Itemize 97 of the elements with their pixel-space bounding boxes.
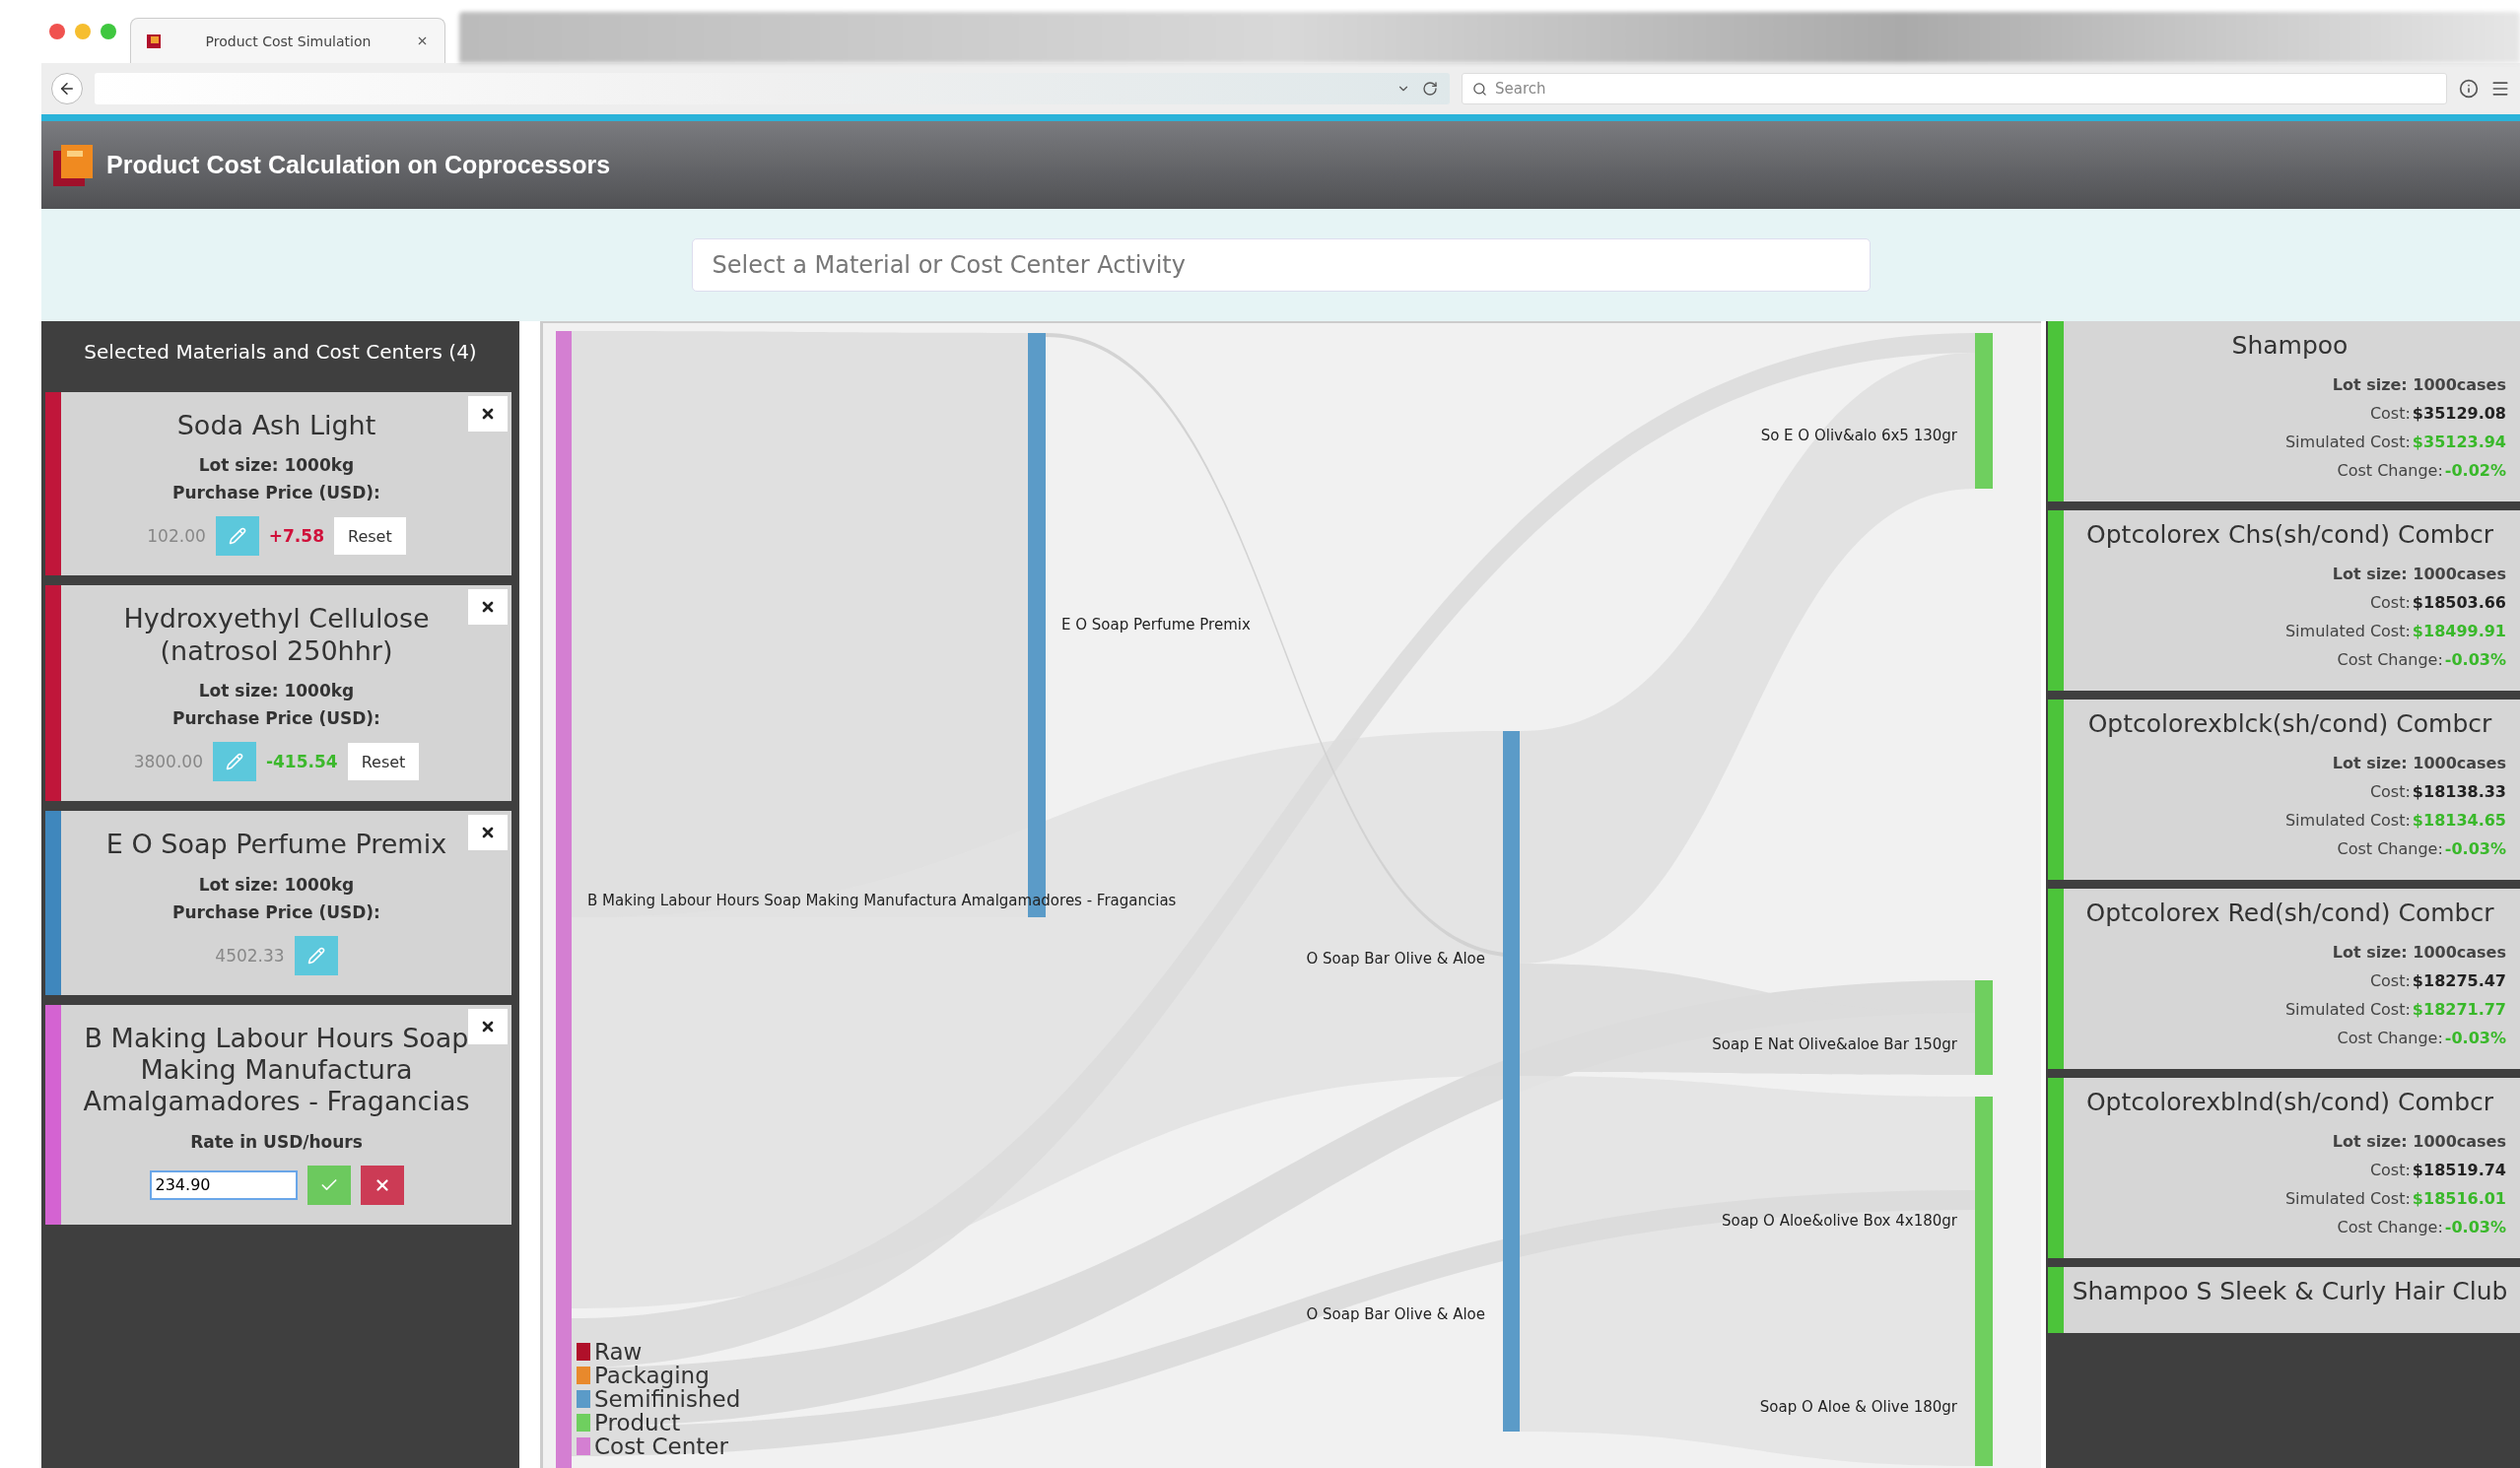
- browser-tab[interactable]: Product Cost Simulation: [130, 18, 445, 63]
- node-label: O Soap Bar Olive & Aloe: [1306, 1304, 1485, 1323]
- price-value: 4502.33: [215, 945, 285, 966]
- cost-change-label: Cost Change:: [2337, 1218, 2443, 1236]
- cost-value: $18519.74: [2412, 1161, 2506, 1179]
- node-label: Soap E Nat Olive&aloe Bar 150gr: [1712, 1034, 1957, 1053]
- cost-label: Cost:: [2369, 971, 2411, 990]
- cost-label: Cost:: [2369, 404, 2411, 423]
- product-name: Shampoo S Sleek & Curly Hair Club: [2072, 1277, 2508, 1305]
- price-value: 102.00: [147, 526, 206, 547]
- lot-size: Lot size: 1000cases: [2332, 375, 2506, 394]
- info-icon[interactable]: [2459, 79, 2479, 99]
- product-name: Shampoo: [2231, 331, 2349, 360]
- rate-input[interactable]: 234.90: [149, 1169, 298, 1200]
- legend-label: Cost Center: [594, 1435, 728, 1458]
- simulated-cost-label: Simulated Cost:: [2284, 622, 2411, 640]
- back-button[interactable]: [51, 73, 83, 104]
- product-name: Optcolorex Chs(sh/cond) Combcr: [2086, 520, 2493, 549]
- lot-size: Lot size: 1000cases: [2332, 565, 2506, 583]
- rate-label: Rate in USD/hours: [190, 1131, 363, 1152]
- cost-label: Cost:: [2369, 1161, 2411, 1179]
- favicon-icon: [147, 33, 161, 48]
- product-name: Optcolorex Red(sh/cond) Combcr: [2085, 899, 2494, 927]
- node-label: Soap O Aloe&olive Box 4x180gr: [1721, 1211, 1957, 1230]
- simulated-cost-label: Simulated Cost:: [2284, 1000, 2411, 1019]
- simulated-cost-label: Simulated Cost:: [2284, 811, 2411, 830]
- price-delta: -415.54: [265, 752, 338, 772]
- pencil-icon: [228, 527, 246, 546]
- cost-change-label: Cost Change:: [2337, 650, 2443, 669]
- reset-button[interactable]: Reset: [334, 517, 406, 556]
- cost-value: $35129.08: [2412, 404, 2506, 423]
- price-label: Purchase Price (USD):: [172, 901, 380, 922]
- lot-size: Lot size: 1000kg: [198, 874, 355, 895]
- legend-label: Raw: [594, 1340, 643, 1364]
- price-value: 3800.00: [133, 752, 203, 772]
- material-name: E O Soap Perfume Premix: [105, 829, 447, 861]
- simulated-cost-value: $18516.01: [2412, 1189, 2506, 1208]
- product-name: Optcolorexblck(sh/cond) Combcr: [2087, 709, 2492, 738]
- cost-value: $18503.66: [2412, 593, 2506, 612]
- close-button[interactable]: [468, 1008, 508, 1044]
- app-title: Product Cost Calculation on Coprocessors: [106, 151, 611, 179]
- reload-icon[interactable]: [1422, 81, 1438, 97]
- cost-change-value: -0.02%: [2444, 461, 2506, 480]
- simulated-cost-label: Simulated Cost:: [2284, 433, 2411, 451]
- cost-label: Cost:: [2369, 782, 2411, 801]
- legend-label: Packaging: [594, 1364, 710, 1387]
- pencil-icon: [225, 753, 243, 771]
- simulated-cost-value: $35123.94: [2412, 433, 2506, 451]
- simulated-cost-value: $18271.77: [2412, 1000, 2506, 1019]
- material-search-field[interactable]: Select a Material or Cost Center Activity: [691, 238, 1871, 292]
- close-tab-icon[interactable]: [416, 34, 429, 47]
- lot-size: Lot size: 1000cases: [2332, 943, 2506, 962]
- lot-size: Lot size: 1000cases: [2332, 1132, 2506, 1151]
- lot-size: Lot size: 1000cases: [2332, 754, 2506, 772]
- cost-change-label: Cost Change:: [2337, 461, 2443, 480]
- material-name: Soda Ash Light: [176, 410, 376, 442]
- material-name: B Making Labour Hours Soap Making Manufactura Amalgamadores - Fragancias: [82, 1022, 471, 1118]
- cost-value: $18138.33: [2412, 782, 2506, 801]
- price-label: Purchase Price (USD):: [172, 483, 380, 503]
- search-placeholder: Search: [1495, 80, 1546, 98]
- simulated-cost-value: $18499.91: [2412, 622, 2506, 640]
- lot-size: Lot size: 1000kg: [198, 681, 355, 701]
- cost-change-value: -0.03%: [2444, 650, 2506, 669]
- cost-change-value: -0.03%: [2444, 839, 2506, 858]
- search-icon: [1472, 81, 1487, 97]
- close-button[interactable]: [468, 396, 508, 432]
- node-label: E O Soap Perfume Premix: [1061, 615, 1251, 634]
- close-icon: [480, 406, 496, 422]
- browser-search-field[interactable]: Search: [1462, 73, 2447, 104]
- app-logo-icon: [53, 144, 93, 186]
- node-label: O Soap Bar Olive & Aloe: [1306, 949, 1485, 968]
- cancel-button[interactable]: [360, 1165, 404, 1205]
- legend-label: Product: [594, 1411, 681, 1435]
- node-label: So E O Oliv&alo 6x5 130gr: [1760, 426, 1957, 444]
- simulated-cost-label: Simulated Cost:: [2284, 1189, 2411, 1208]
- price-delta: +7.58: [268, 526, 324, 547]
- product-name: Optcolorexblnd(sh/cond) Combcr: [2085, 1088, 2494, 1116]
- simulated-cost-value: $18134.65: [2412, 811, 2506, 830]
- tab-title: Product Cost Simulation: [204, 33, 373, 49]
- cost-change-label: Cost Change:: [2337, 839, 2443, 858]
- close-button[interactable]: [468, 815, 508, 851]
- legend-label: Semifinished: [594, 1387, 741, 1411]
- cost-label: Cost:: [2369, 593, 2411, 612]
- pencil-icon: [306, 946, 325, 965]
- material-name: Hydroxyethyl Cellulose (natrosol 250hhr): [122, 603, 431, 668]
- price-label: Purchase Price (USD):: [172, 708, 380, 729]
- cost-value: $18275.47: [2412, 971, 2506, 990]
- panel-title: Selected Materials and Cost Centers (4): [83, 339, 478, 366]
- cost-change-value: -0.03%: [2444, 1218, 2506, 1236]
- node-label: Soap O Aloe & Olive 180gr: [1759, 1397, 1957, 1416]
- lot-size: Lot size: 1000kg: [198, 455, 355, 476]
- menu-icon[interactable]: [2490, 79, 2510, 99]
- cost-change-label: Cost Change:: [2337, 1029, 2443, 1047]
- close-button[interactable]: [468, 589, 508, 626]
- close-window-icon[interactable]: [49, 24, 65, 39]
- cost-change-value: -0.03%: [2444, 1029, 2506, 1047]
- reset-button[interactable]: Reset: [347, 743, 420, 781]
